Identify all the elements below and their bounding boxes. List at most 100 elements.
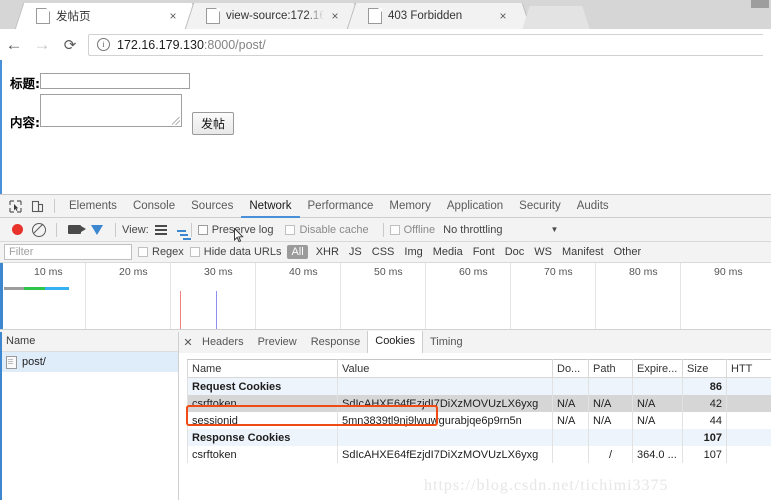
cell-domain: N/A — [553, 395, 589, 412]
throttling-label[interactable]: No throttling — [443, 224, 502, 236]
detail-tab-cookies[interactable]: Cookies — [367, 331, 423, 354]
col-value[interactable]: Value — [338, 360, 553, 378]
title-input[interactable] — [40, 73, 190, 89]
close-icon[interactable]: × — [496, 10, 510, 22]
devtools-tab-sources[interactable]: Sources — [183, 195, 241, 218]
divider — [383, 223, 384, 237]
back-icon[interactable]: ← — [0, 29, 28, 60]
cell-path: N/A — [589, 395, 633, 412]
content-label: 内容: — [10, 112, 40, 131]
filter-type-media[interactable]: Media — [431, 246, 465, 258]
requests-column-header-name[interactable]: Name — [0, 332, 178, 352]
devtools-tab-security[interactable]: Security — [511, 195, 569, 218]
filter-type-css[interactable]: CSS — [370, 246, 397, 258]
disable-cache-checkbox[interactable]: Disable cache — [285, 224, 368, 236]
offline-checkbox[interactable]: Offline — [390, 224, 436, 236]
timeline-tick-50ms: 50 ms — [374, 266, 403, 278]
devtools-tab-elements[interactable]: Elements — [61, 195, 125, 218]
list-view-button[interactable] — [155, 225, 167, 235]
clear-button[interactable] — [28, 223, 50, 237]
divider — [56, 223, 57, 237]
browser-tab-2[interactable]: 403 Forbidden × — [360, 3, 518, 29]
url-text: 172.16.179.130:8000/post/ — [117, 38, 266, 52]
request-list-item[interactable]: post/ — [0, 352, 178, 372]
filter-type-other[interactable]: Other — [612, 246, 644, 258]
content-textarea[interactable] — [40, 94, 182, 127]
capture-screenshots-button[interactable] — [63, 225, 85, 234]
table-row[interactable]: csrftoken SdIcAHXE64fEzjdI7DiXzMOVUzLX6y… — [188, 446, 771, 463]
page-icon — [36, 8, 50, 24]
browser-tab-label: 403 Forbidden — [388, 10, 492, 22]
devtools-tab-memory[interactable]: Memory — [381, 195, 439, 218]
cell-name: csrftoken — [188, 395, 338, 412]
info-icon[interactable]: i — [97, 38, 110, 51]
request-name-label: post/ — [22, 356, 46, 368]
regex-checkbox[interactable]: Regex — [138, 246, 184, 258]
cookies-table: Name Value Do... Path Expire... Size HTT — [187, 359, 771, 463]
filter-toggle-button[interactable] — [85, 225, 109, 235]
close-icon[interactable]: ✕ — [181, 336, 195, 349]
detail-tab-response[interactable]: Response — [304, 332, 368, 353]
hide-data-urls-checkbox[interactable]: Hide data URLs — [190, 246, 282, 258]
submit-post-button[interactable]: 发帖 — [192, 112, 234, 135]
address-bar[interactable]: i 172.16.179.130:8000/post/ — [88, 34, 763, 56]
cell-size: 107 — [683, 429, 727, 446]
devtools-tab-application[interactable]: Application — [439, 195, 511, 218]
new-tab-button[interactable] — [534, 6, 578, 29]
col-domain[interactable]: Do... — [553, 360, 589, 378]
filter-type-font[interactable]: Font — [471, 246, 497, 258]
devtools-tab-network[interactable]: Network — [241, 195, 299, 218]
checkbox-icon — [285, 225, 295, 235]
table-row[interactable]: csrftoken SdIcAHXE64fEzjdI7DiXzMOVUzLX6y… — [188, 395, 771, 412]
timeline-tick-30ms: 30 ms — [204, 266, 233, 278]
checkbox-icon — [198, 225, 208, 235]
network-timeline[interactable]: 10 ms 20 ms 30 ms 40 ms 50 ms 60 ms 70 m… — [0, 263, 771, 330]
table-row[interactable]: sessionid 5mn3839tl9nj9lwuwgurabjqe6p9rn… — [188, 412, 771, 429]
col-http[interactable]: HTT — [727, 360, 771, 378]
col-path[interactable]: Path — [589, 360, 633, 378]
table-row[interactable]: Response Cookies 107 — [188, 429, 771, 446]
filter-input[interactable]: Filter — [4, 244, 132, 260]
browser-tab-0[interactable]: 发帖页 × — [28, 3, 188, 29]
devtools-tab-console[interactable]: Console — [125, 195, 183, 218]
window-controls[interactable] — [751, 0, 769, 8]
filter-type-xhr[interactable]: XHR — [314, 246, 341, 258]
record-button[interactable] — [6, 224, 28, 235]
col-expires[interactable]: Expire... — [633, 360, 683, 378]
detail-tab-preview[interactable]: Preview — [251, 332, 304, 353]
cell-domain — [553, 446, 589, 463]
col-size[interactable]: Size — [683, 360, 727, 378]
timeline-tick-40ms: 40 ms — [289, 266, 318, 278]
device-toolbar-icon[interactable] — [26, 195, 48, 217]
view-label: View: — [122, 224, 149, 236]
cell-value: SdIcAHXE64fEzjdI7DiXzMOVUzLX6yxg — [338, 395, 553, 412]
inspect-element-icon[interactable] — [4, 195, 26, 217]
browser-tab-1[interactable]: view-source:172.16.179.130:8000/post/ × — [198, 3, 350, 29]
filter-type-manifest[interactable]: Manifest — [560, 246, 606, 258]
filter-type-doc[interactable]: Doc — [503, 246, 527, 258]
forward-icon[interactable]: → — [28, 29, 56, 60]
resize-grip-icon[interactable] — [172, 117, 180, 125]
document-icon — [6, 356, 17, 369]
cell-http — [727, 429, 771, 446]
offline-label: Offline — [404, 224, 436, 236]
detail-tab-timing[interactable]: Timing — [423, 332, 470, 353]
timeline-tick-70ms: 70 ms — [544, 266, 573, 278]
cell-http — [727, 395, 771, 412]
mouse-cursor-icon — [234, 228, 244, 243]
close-icon[interactable]: × — [166, 10, 180, 22]
close-icon[interactable]: × — [328, 10, 342, 22]
devtools-tab-performance[interactable]: Performance — [300, 195, 382, 218]
browser-window: 发帖页 × view-source:172.16.179.130:8000/po… — [0, 0, 771, 500]
filter-type-js[interactable]: JS — [347, 246, 364, 258]
detail-tab-headers[interactable]: Headers — [195, 332, 251, 353]
reload-icon[interactable]: ⟳ — [56, 29, 84, 60]
filter-type-img[interactable]: Img — [402, 246, 424, 258]
url-path: :8000/post/ — [204, 38, 266, 52]
filter-type-all[interactable]: All — [287, 245, 307, 259]
col-name[interactable]: Name — [188, 360, 338, 378]
devtools-tab-audits[interactable]: Audits — [569, 195, 617, 218]
chevron-down-icon[interactable]: ▼ — [550, 225, 558, 234]
filter-type-ws[interactable]: WS — [532, 246, 554, 258]
table-row[interactable]: Request Cookies 86 — [188, 378, 771, 396]
